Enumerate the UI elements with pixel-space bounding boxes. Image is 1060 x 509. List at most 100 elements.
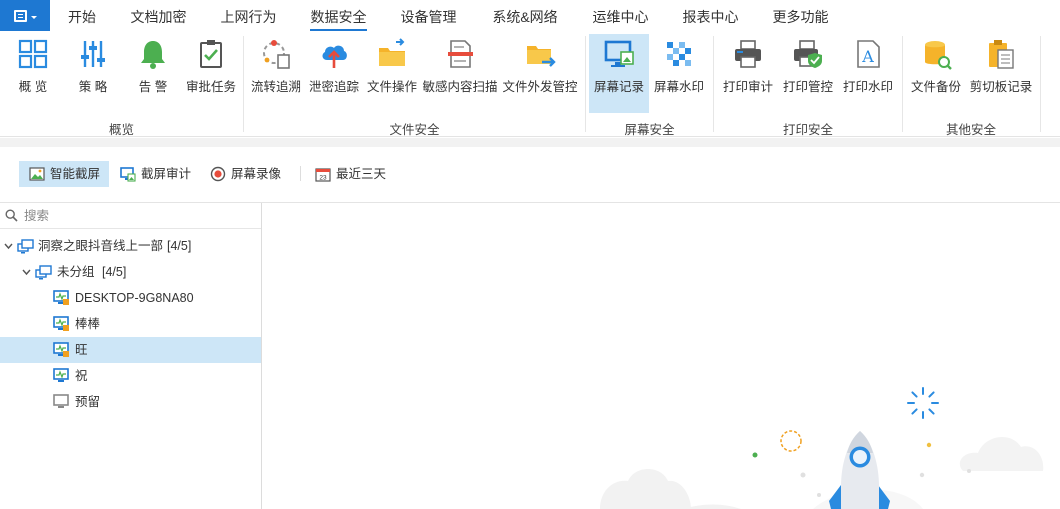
folder-send-icon (527, 46, 556, 67)
database-icon (925, 41, 952, 70)
group-divider (902, 36, 903, 132)
group-label-print-security: 打印安全 (782, 123, 833, 137)
tree-device[interactable]: 祝 (0, 363, 261, 389)
online-computer-icon (53, 368, 69, 382)
online-computer-icon (53, 290, 69, 305)
chevron-down-icon[interactable] (4, 242, 13, 250)
clipboard-icon (989, 40, 1014, 69)
smart-capture-button[interactable]: 智能截屏 (19, 161, 109, 187)
tab-system-network[interactable]: 系统&网络 (490, 0, 560, 32)
tree-device-label: 旺 (75, 343, 88, 357)
group-divider (585, 36, 586, 132)
ribbon-approval-label: 审批任务 (185, 80, 236, 94)
tab-more-features[interactable]: 更多功能 (772, 0, 829, 32)
record-icon (210, 166, 226, 182)
cloud-upload-icon (322, 45, 347, 68)
ribbon-clipboard-label: 剪切板记录 (969, 80, 1033, 94)
ribbon-print-watermark-label: 打印水印 (842, 80, 893, 94)
screen-record-icon (604, 40, 634, 67)
tree-root-group[interactable]: 洞察之眼抖音线上一部 [4/5] (0, 233, 261, 259)
ribbon-bottom-strip (0, 138, 1060, 147)
tree-ungrouped-count: [4/5] (102, 265, 127, 279)
ribbon-outbound-control-button[interactable]: 文件外发管控 (502, 34, 578, 113)
group-divider (243, 36, 244, 132)
ribbon-file-backup-button[interactable]: 文件备份 (908, 34, 964, 113)
group-label-screen-security: 屏幕安全 (624, 123, 675, 137)
tree-device-label: DESKTOP-9G8NA80 (75, 291, 194, 305)
tree-device[interactable]: 预留 (0, 389, 261, 415)
tree-ungrouped[interactable]: 未分组 [4/5] (0, 259, 261, 285)
ribbon-print-watermark-button[interactable]: A 打印水印 (840, 34, 896, 113)
smart-capture-label: 智能截屏 (50, 167, 101, 181)
ribbon-print-audit-label: 打印审计 (722, 80, 773, 94)
screen-toolbar: 智能截屏 截屏审计 屏幕录像 23 最近三天 (0, 147, 1060, 203)
ribbon-trace-button[interactable]: 流转追溯 (249, 34, 303, 113)
tab-report-center[interactable]: 报表中心 (682, 0, 739, 32)
capture-audit-label: 截屏审计 (141, 167, 192, 181)
screenshot-content-area (263, 203, 1060, 509)
ribbon-print-control-button[interactable]: 打印管控 (780, 34, 836, 113)
tab-document-encryption[interactable]: 文档加密 (130, 0, 187, 32)
ribbon-screen-watermark-button[interactable]: 屏幕水印 (652, 34, 706, 113)
group-label-file-security: 文件安全 (389, 123, 440, 137)
ribbon-sensitive-scan-button[interactable]: 敏感内容扫描 (422, 34, 498, 113)
capture-audit-button[interactable]: 截屏审计 (110, 161, 200, 187)
date-range-label: 最近三天 (336, 167, 387, 181)
ribbon-approval-button[interactable]: 审批任务 (185, 34, 237, 113)
mosaic-icon (667, 42, 691, 66)
monitor-image-icon (120, 167, 136, 182)
group-label-overview: 概览 (108, 123, 134, 137)
printer-icon (735, 40, 761, 68)
ribbon-alert-label: 告 警 (138, 80, 168, 94)
screen-recording-label: 屏幕录像 (231, 167, 282, 181)
ribbon-clipboard-button[interactable]: 剪切板记录 (968, 34, 1034, 113)
ribbon-leak-trace-label: 泄密追踪 (308, 80, 359, 94)
ribbon-file-ops-button[interactable]: 文件操作 (365, 34, 419, 113)
tab-operations-center[interactable]: 运维中心 (592, 0, 649, 32)
tab-data-security[interactable]: 数据安全 (310, 0, 367, 32)
tab-start[interactable]: 开始 (67, 0, 97, 32)
app-window: 开始 文档加密 上网行为 数据安全 设备管理 系统&网络 运维中心 报表中心 更… (0, 0, 1060, 509)
printer-shield-icon (794, 40, 822, 68)
ribbon-alert-button[interactable]: 告 警 (129, 34, 177, 113)
ribbon-leak-trace-button[interactable]: 泄密追踪 (307, 34, 361, 113)
offline-computer-icon (53, 394, 69, 408)
dropdown-caret-icon (31, 16, 37, 19)
ribbon-policy-label: 策 略 (78, 80, 108, 94)
sliders-icon (81, 41, 105, 67)
group-divider (1040, 36, 1041, 132)
ribbon-screen-record-button[interactable]: 屏幕记录 (589, 34, 649, 113)
tree-device-label: 棒棒 (75, 317, 101, 331)
search-input[interactable] (24, 205, 254, 227)
calendar-icon: 23 (315, 168, 331, 182)
rocket-icon (829, 431, 890, 509)
tree-device[interactable]: DESKTOP-9G8NA80 (0, 285, 261, 311)
tree-ungrouped-label: 未分组 (57, 265, 95, 279)
date-range-button[interactable]: 23 最近三天 (305, 161, 401, 187)
ribbon-overview-label: 概 览 (18, 80, 48, 94)
svg-text:23: 23 (319, 175, 327, 182)
tree-device-selected[interactable]: 旺 (0, 337, 261, 363)
ribbon: 概 览 策 略 告 警 审批任务 概览 流转追溯 泄密追踪 文件操作 敏感内容扫… (0, 32, 1060, 137)
tab-web-behavior[interactable]: 上网行为 (220, 0, 277, 32)
ribbon-file-backup-label: 文件备份 (910, 80, 961, 94)
ribbon-sensitive-scan-label: 敏感内容扫描 (422, 80, 498, 94)
app-menu-button[interactable] (0, 0, 50, 31)
folder-share-icon (379, 38, 405, 66)
app-menu-icon (14, 10, 27, 22)
chevron-down-icon[interactable] (22, 268, 31, 276)
ribbon-screen-record-label: 屏幕记录 (593, 80, 644, 94)
document-scan-icon (448, 40, 473, 68)
group-label-other-security: 其他安全 (945, 123, 996, 137)
ribbon-trace-label: 流转追溯 (250, 80, 301, 94)
tree-device[interactable]: 棒棒 (0, 311, 261, 337)
ribbon-screen-watermark-label: 屏幕水印 (653, 80, 704, 94)
bell-icon (141, 41, 165, 69)
tree-root-label: 洞察之眼抖音线上一部 (38, 239, 164, 253)
tab-device-management[interactable]: 设备管理 (400, 0, 457, 32)
ribbon-policy-button[interactable]: 策 略 (69, 34, 117, 113)
ribbon-overview-button[interactable]: 概 览 (9, 34, 57, 113)
ribbon-print-audit-button[interactable]: 打印审计 (720, 34, 776, 113)
screen-recording-button[interactable]: 屏幕录像 (200, 161, 296, 187)
loading-rocket-illustration (600, 387, 1044, 509)
